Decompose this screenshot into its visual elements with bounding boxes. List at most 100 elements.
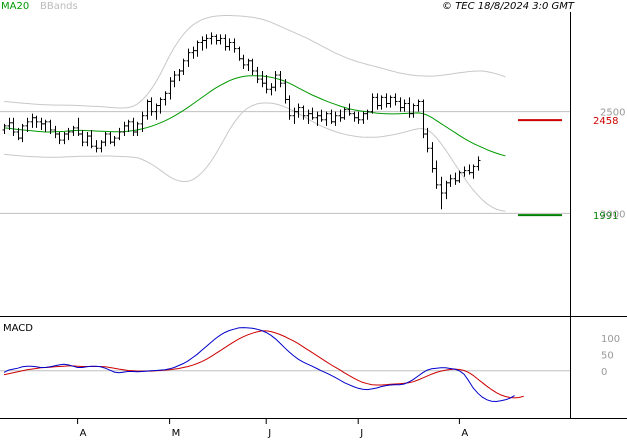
price-bar xyxy=(384,93,389,108)
price-bar xyxy=(195,40,200,57)
price-bar xyxy=(103,131,108,147)
price-bar xyxy=(117,127,122,141)
price-bar xyxy=(379,95,384,110)
price-bar xyxy=(200,36,205,51)
price-bar xyxy=(223,34,228,51)
price-bar xyxy=(227,38,232,51)
price-bar xyxy=(439,176,444,210)
price-bar xyxy=(163,91,168,106)
price-bar xyxy=(264,75,269,94)
price-bar xyxy=(476,156,481,171)
price-bar xyxy=(177,68,182,82)
price-bar xyxy=(43,119,48,132)
price-bar xyxy=(204,34,209,49)
price-bar xyxy=(172,70,177,88)
copyright-text: © TEC 18/8/2024 3:0 GMT xyxy=(442,1,575,12)
price-bar xyxy=(209,32,214,45)
price-bar xyxy=(421,99,426,139)
month-label: A xyxy=(80,428,87,439)
axis-ticks: 2500 2000 100 50 0 A M J J A xyxy=(77,108,625,439)
chart-canvas: MA20 BBands © TEC 18/8/2024 3:0 GMT 2458… xyxy=(0,1,627,439)
price-bar xyxy=(66,127,71,141)
price-bar xyxy=(333,111,338,126)
price-bar xyxy=(11,117,16,137)
price-bar xyxy=(2,123,7,135)
price-bar xyxy=(260,70,265,88)
price-bar xyxy=(393,93,398,106)
price-bar xyxy=(430,142,435,173)
price-bar xyxy=(20,123,25,143)
price-bar xyxy=(135,121,140,137)
price-bar xyxy=(411,103,416,118)
price-bar xyxy=(370,93,375,114)
month-label: A xyxy=(461,428,468,439)
bollinger-bands xyxy=(3,15,506,212)
macd-line xyxy=(3,327,515,403)
price-bar xyxy=(402,99,407,112)
price-bar xyxy=(186,48,191,67)
month-label: M xyxy=(172,428,181,439)
price-bar xyxy=(218,34,223,45)
price-tick-label: 2000 xyxy=(600,209,625,220)
price-bar xyxy=(471,164,476,179)
price-bar xyxy=(356,111,361,124)
price-bar xyxy=(57,131,62,145)
macd-tick-label: 100 xyxy=(601,334,620,345)
price-bar xyxy=(241,54,246,69)
price-bar xyxy=(76,117,81,137)
price-bar xyxy=(237,46,242,61)
bbands-legend: BBands xyxy=(40,1,78,12)
price-bar xyxy=(283,79,288,104)
ma20-series xyxy=(3,75,506,157)
price-bar xyxy=(457,170,462,183)
month-label: J xyxy=(359,428,363,439)
price-bar xyxy=(232,38,237,53)
price-bar xyxy=(39,117,44,130)
price-bar xyxy=(112,136,117,147)
price-bar xyxy=(269,83,274,96)
price-bar xyxy=(89,129,94,149)
price-bar xyxy=(250,58,255,76)
price-bar xyxy=(108,131,113,145)
price-bar xyxy=(375,93,380,110)
ma20-legend: MA20 xyxy=(1,1,29,12)
price-bar xyxy=(30,113,35,128)
price-bar xyxy=(398,97,403,112)
macd-series xyxy=(3,327,524,403)
macd-tick-label: 50 xyxy=(601,350,614,361)
price-bar xyxy=(255,66,260,84)
price-bar xyxy=(273,70,278,92)
price-bar xyxy=(149,97,154,116)
price-tick-label: 2500 xyxy=(600,108,625,119)
price-bar xyxy=(388,95,393,108)
price-bar xyxy=(352,111,357,122)
price-bar xyxy=(453,172,458,185)
ma20-line xyxy=(3,75,506,157)
price-bar xyxy=(324,111,329,126)
grid-lines xyxy=(0,111,570,372)
price-bar xyxy=(85,131,90,147)
price-bar xyxy=(310,107,315,120)
price-bar xyxy=(444,180,449,200)
price-bar xyxy=(181,58,186,76)
level-lines: 24581991 xyxy=(518,116,618,222)
price-bar xyxy=(434,160,439,189)
macd-signal-line xyxy=(3,330,524,399)
price-bar xyxy=(214,34,219,45)
price-bar xyxy=(34,115,39,128)
macd-label: MACD xyxy=(3,323,33,334)
price-bar xyxy=(126,119,131,132)
price-bar xyxy=(361,111,366,124)
month-label: J xyxy=(267,428,271,439)
price-bar xyxy=(62,131,67,145)
price-bar xyxy=(191,46,196,59)
price-bar xyxy=(407,97,412,118)
price-bar xyxy=(342,107,347,120)
price-bar xyxy=(448,174,453,187)
price-bar xyxy=(94,140,99,153)
price-bar xyxy=(122,121,127,137)
price-bars xyxy=(2,32,481,210)
price-bar xyxy=(462,166,467,177)
price-bar xyxy=(145,99,150,120)
price-bar xyxy=(467,164,472,175)
